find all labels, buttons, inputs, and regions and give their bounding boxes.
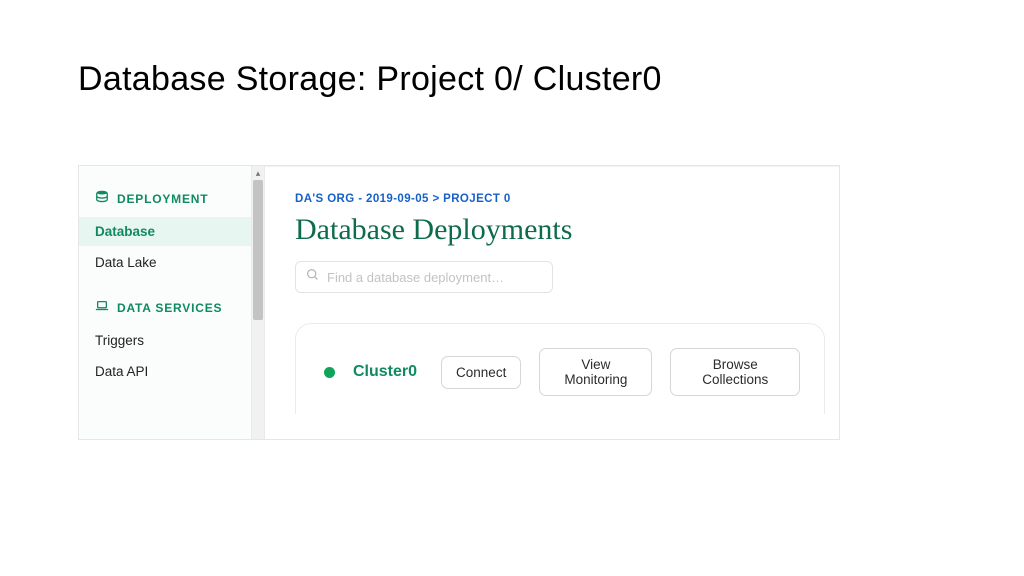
cluster-name[interactable]: Cluster0 [353,363,417,381]
search-field[interactable] [295,261,553,293]
browse-collections-button[interactable]: Browse Collections [670,348,800,396]
sidebar-section-label: DEPLOYMENT [117,192,208,206]
cluster-card: Cluster0 Connect View Monitoring Browse … [295,323,825,414]
database-stack-icon [95,190,109,207]
app-window: DEPLOYMENT Database Data Lake DATA SERVI… [78,165,840,440]
search-icon [306,268,319,286]
scrollbar[interactable]: ▴ [251,166,265,439]
sidebar-item-data-api[interactable]: Data API [93,357,251,386]
sidebar-section-deployment: DEPLOYMENT [93,190,251,207]
sidebar-item-data-lake[interactable]: Data Lake [93,248,251,277]
scroll-up-icon[interactable]: ▴ [252,166,264,180]
sidebar-item-database[interactable]: Database [79,217,251,246]
sidebar-section-label: DATA SERVICES [117,301,222,315]
search-input[interactable] [327,270,542,285]
view-monitoring-button[interactable]: View Monitoring [539,348,652,396]
scrollbar-thumb[interactable] [253,180,263,320]
main-content: DA'S ORG - 2019-09-05 > PROJECT 0 Databa… [265,166,839,439]
breadcrumb[interactable]: DA'S ORG - 2019-09-05 > PROJECT 0 [295,193,839,205]
sidebar-item-triggers[interactable]: Triggers [93,326,251,355]
laptop-icon [95,299,109,316]
page-title: Database Deployments [295,213,839,247]
sidebar: DEPLOYMENT Database Data Lake DATA SERVI… [79,166,251,439]
slide-title: Database Storage: Project 0/ Cluster0 [0,0,1024,99]
connect-button[interactable]: Connect [441,356,521,389]
sidebar-section-data-services: DATA SERVICES [93,299,251,316]
status-dot-icon [324,367,335,378]
